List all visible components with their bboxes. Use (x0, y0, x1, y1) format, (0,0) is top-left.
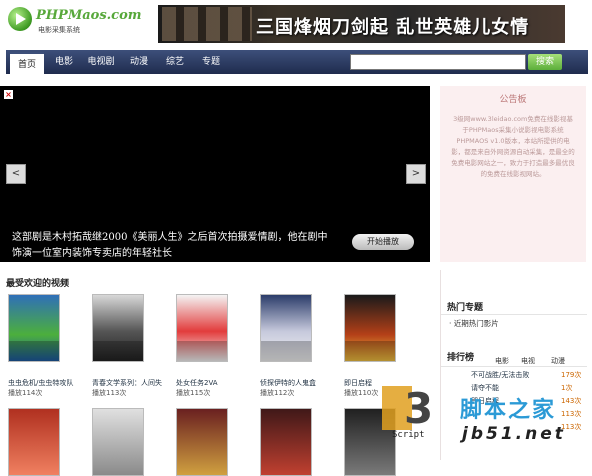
poster-image[interactable] (92, 294, 144, 362)
watermark-domain: jb51.net (462, 424, 566, 444)
banner-text: 三国烽烟刀剑起 乱世英雄儿女情 (256, 17, 530, 38)
close-icon[interactable]: × (4, 90, 13, 99)
poster-shade (345, 341, 395, 361)
watermark-cn-text: 脚本之家 (460, 398, 557, 423)
ranking-tab-movies[interactable]: 电影 (495, 356, 509, 366)
prev-arrow-icon[interactable]: < (6, 164, 26, 184)
poster-image[interactable] (176, 294, 228, 362)
poster-shade (9, 341, 59, 361)
video-title[interactable]: 青春文学系列：人间失 (92, 378, 162, 388)
next-arrow-icon[interactable]: > (406, 164, 426, 184)
divider (441, 366, 587, 367)
video-title[interactable]: 即日启程 (344, 378, 372, 388)
video-plays: 播放110次 (344, 389, 379, 397)
poster-image[interactable] (260, 408, 312, 476)
poster-shade (261, 341, 311, 361)
video-plays: 播放115次 (176, 389, 211, 397)
poster-image[interactable] (8, 408, 60, 476)
poster-image[interactable] (176, 408, 228, 476)
ranking-tab-anime[interactable]: 动漫 (551, 356, 565, 366)
notice-board: 公告板 3级网www.3leidao.com免费在线影视基于PHPMaos采集小… (440, 86, 586, 262)
poster-image[interactable] (92, 408, 144, 476)
logo-play-icon (8, 7, 32, 31)
poster-image[interactable] (344, 294, 396, 362)
tab-anime[interactable]: 动漫 (124, 50, 154, 74)
featured-slideshow: × < > 这部剧是木村拓哉继2000《美丽人生》之后首次拍摄爱情剧，他在剧中饰… (0, 86, 430, 262)
poster-shade (177, 341, 227, 361)
search-input[interactable] (350, 54, 526, 70)
site-watermark: 3 Script 脚本之家 jb51.net (376, 384, 590, 460)
ranking-item[interactable]: 不可战胜/无法击败 (471, 370, 529, 380)
notice-title: 公告板 (499, 95, 527, 105)
tab-variety[interactable]: 综艺 (160, 50, 190, 74)
video-plays: 播放112次 (260, 389, 295, 397)
top-banner-ad[interactable]: 三国烽烟刀剑起 乱世英雄儿女情 (158, 5, 565, 43)
slide-caption: 这部剧是木村拓哉继2000《美丽人生》之后首次拍摄爱情剧，他在剧中饰演一位室内装… (12, 232, 328, 259)
video-title[interactable]: 侦探伊特的人鬼盒 (260, 378, 316, 388)
video-title[interactable]: 处女任务2VA (176, 378, 218, 388)
banner-figures-image (162, 7, 252, 41)
tab-home[interactable]: 首页 (10, 52, 44, 76)
logo-brand: PHPMaos.com (36, 8, 142, 23)
tab-tv[interactable]: 电视剧 (84, 50, 118, 74)
tab-movies[interactable]: 电影 (50, 50, 78, 74)
popular-section-title: 最受欢迎的视频 (6, 279, 70, 289)
video-title[interactable]: 虫虫危机/虫虫特攻队 (8, 378, 73, 388)
search-button[interactable]: 搜索 (528, 54, 562, 70)
video-plays: 播放114次 (8, 389, 43, 397)
poster-shade (93, 341, 143, 361)
watermark-logo-mark: 3 (404, 384, 434, 433)
tab-topics[interactable]: 专题 (196, 50, 226, 74)
site-logo[interactable]: PHPMaos.com 电影采集系统 (8, 5, 142, 37)
ranking-count: 179次 (561, 371, 582, 379)
video-plays: 播放113次 (92, 389, 127, 397)
notice-body: 3级网www.3leidao.com免费在线影视基于PHPMaos采集小说影视电… (451, 115, 575, 178)
topic-link[interactable]: · 近期热门影片 (449, 318, 499, 329)
logo-subtitle: 电影采集系统 (38, 26, 80, 34)
play-button[interactable]: 开始播放 (352, 234, 414, 250)
hot-topics-title: 热门专题 (447, 303, 484, 313)
ranking-title: 排行榜 (447, 353, 475, 363)
divider (441, 314, 587, 315)
poster-image[interactable] (8, 294, 60, 362)
main-nav: 首页 电影 电视剧 动漫 综艺 专题 搜索 (6, 50, 588, 76)
ranking-tab-tv[interactable]: 电视 (521, 356, 535, 366)
poster-image[interactable] (260, 294, 312, 362)
watermark-script-text: Script (392, 430, 425, 440)
